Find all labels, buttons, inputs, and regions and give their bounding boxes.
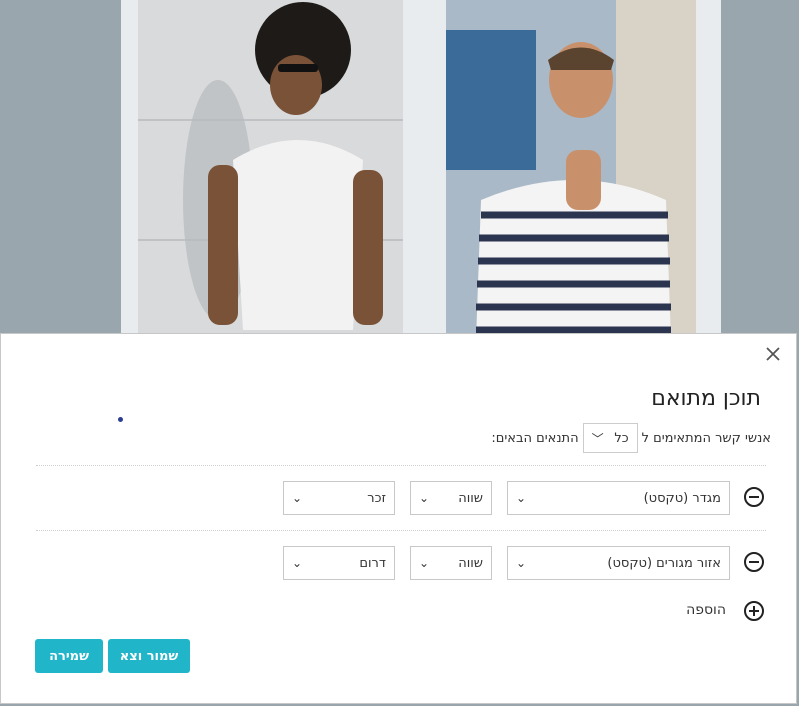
add-rule-label[interactable]: הוספה bbox=[686, 602, 726, 618]
rule-row: מגדר (טקסט) ⌄ שווה ⌄ זכר ⌄ bbox=[1, 481, 798, 515]
rule-field-value: אזור מגורים (טקסט) bbox=[607, 555, 721, 571]
rule-value-select[interactable]: זכר ⌄ bbox=[283, 481, 395, 515]
match-type-value: כל bbox=[614, 430, 629, 446]
rule-operator-value: שווה bbox=[458, 555, 483, 571]
decorative-dot bbox=[118, 417, 123, 422]
model-photo-left bbox=[138, 0, 403, 340]
rule-value-value: דרום bbox=[359, 555, 386, 571]
chevron-down-icon: ⌄ bbox=[292, 556, 303, 570]
divider bbox=[36, 465, 766, 466]
save-and-exit-button[interactable]: שמור וצא bbox=[108, 639, 190, 673]
chevron-down-icon: ﹀ bbox=[591, 431, 604, 446]
divider bbox=[36, 530, 766, 531]
match-prefix-text: אנשי קשר המתאימים ל bbox=[641, 430, 771, 446]
chevron-down-icon: ⌄ bbox=[419, 491, 430, 505]
rule-value-select[interactable]: דרום ⌄ bbox=[283, 546, 395, 580]
rule-field-select[interactable]: מגדר (טקסט) ⌄ bbox=[507, 481, 730, 515]
chevron-down-icon: ⌄ bbox=[419, 556, 430, 570]
modal-title: תוכן מתואם bbox=[651, 386, 761, 411]
model-photo-right bbox=[446, 0, 696, 340]
add-rule-icon[interactable] bbox=[744, 601, 764, 621]
rule-operator-select[interactable]: שווה ⌄ bbox=[410, 546, 492, 580]
save-button[interactable]: שמירה bbox=[35, 639, 103, 673]
chevron-down-icon: ⌄ bbox=[292, 491, 303, 505]
chevron-down-icon: ⌄ bbox=[516, 491, 527, 505]
rule-operator-value: שווה bbox=[458, 490, 483, 506]
chevron-down-icon: ⌄ bbox=[516, 556, 527, 570]
rule-operator-select[interactable]: שווה ⌄ bbox=[410, 481, 492, 515]
rule-field-select[interactable]: אזור מגורים (טקסט) ⌄ bbox=[507, 546, 730, 580]
remove-rule-icon[interactable] bbox=[744, 552, 764, 572]
rule-field-value: מגדר (טקסט) bbox=[643, 490, 721, 506]
matched-content-modal: תוכן מתואם אנשי קשר המתאימים ל כל ﹀ התנא… bbox=[0, 333, 797, 704]
rule-value-value: זכר bbox=[367, 490, 386, 506]
remove-rule-icon[interactable] bbox=[744, 487, 764, 507]
match-condition-line: אנשי קשר המתאימים ל כל ﹀ התנאים הבאים: bbox=[491, 422, 771, 454]
rule-row: אזור מגורים (טקסט) ⌄ שווה ⌄ דרום ⌄ bbox=[1, 546, 798, 580]
close-icon[interactable] bbox=[764, 346, 782, 364]
match-suffix-text: התנאים הבאים: bbox=[491, 430, 579, 446]
match-type-select[interactable]: כל ﹀ bbox=[582, 423, 638, 453]
